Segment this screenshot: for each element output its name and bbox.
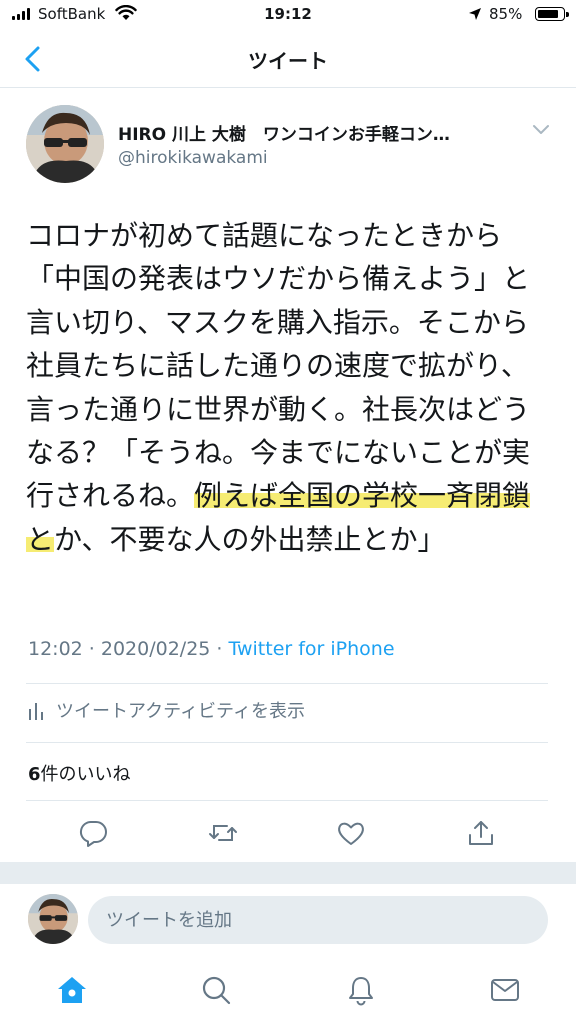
tweet-actions	[0, 818, 576, 848]
section-divider	[0, 862, 576, 884]
author-avatar[interactable]	[26, 105, 104, 183]
nav-bar: ツイート	[0, 30, 576, 88]
battery-icon	[535, 7, 569, 21]
tweet-timestamp: 12:02 · 2020/02/25 ·	[28, 638, 229, 660]
tweet-meta: 12:02 · 2020/02/25 · Twitter for iPhone	[28, 638, 395, 660]
tweet-text: コロナが初めて話題になったときから「中国の発表はウソだから備えよう」と言い切り、…	[26, 214, 546, 561]
battery-percentage: 85%	[489, 5, 523, 23]
divider	[26, 683, 548, 684]
share-icon[interactable]	[466, 818, 496, 848]
retweet-icon[interactable]	[208, 818, 238, 848]
reply-input[interactable]	[88, 896, 548, 944]
tweet-text-part: コロナが初めて話題になったときから「中国の発表はウソだから備えよう」と言い切り、…	[26, 219, 531, 513]
author-handle[interactable]: @hirokikawakami	[118, 148, 268, 168]
chevron-down-icon[interactable]	[530, 122, 552, 138]
reply-icon[interactable]	[79, 818, 109, 848]
divider	[26, 800, 548, 801]
notifications-icon[interactable]	[345, 974, 377, 1006]
likes-label: 件のいいね	[40, 764, 131, 785]
tweet-activity-label: ツイートアクティビティを表示	[56, 701, 305, 722]
likes-count-link[interactable]: 6件のいいね	[28, 760, 131, 786]
tweet-text-part: か、不要な人の外出禁止とか」	[54, 522, 446, 556]
location-icon	[469, 8, 481, 20]
divider	[26, 742, 548, 743]
analytics-icon	[29, 703, 43, 720]
author-name[interactable]: HIRO 川上 大樹 ワンコインお手軽コン…	[118, 120, 518, 145]
tab-bar	[0, 960, 576, 1024]
status-bar: SoftBank 19:12 85%	[0, 0, 576, 30]
tweet-source-link[interactable]: Twitter for iPhone	[229, 638, 395, 660]
home-icon[interactable]	[56, 974, 88, 1006]
search-icon[interactable]	[200, 974, 232, 1006]
like-icon[interactable]	[336, 818, 366, 848]
likes-count: 6	[28, 764, 41, 785]
user-avatar[interactable]	[28, 894, 78, 944]
page-title: ツイート	[248, 49, 328, 73]
messages-icon[interactable]	[489, 974, 521, 1006]
tweet-activity-link[interactable]: ツイートアクティビティを表示	[28, 697, 305, 723]
